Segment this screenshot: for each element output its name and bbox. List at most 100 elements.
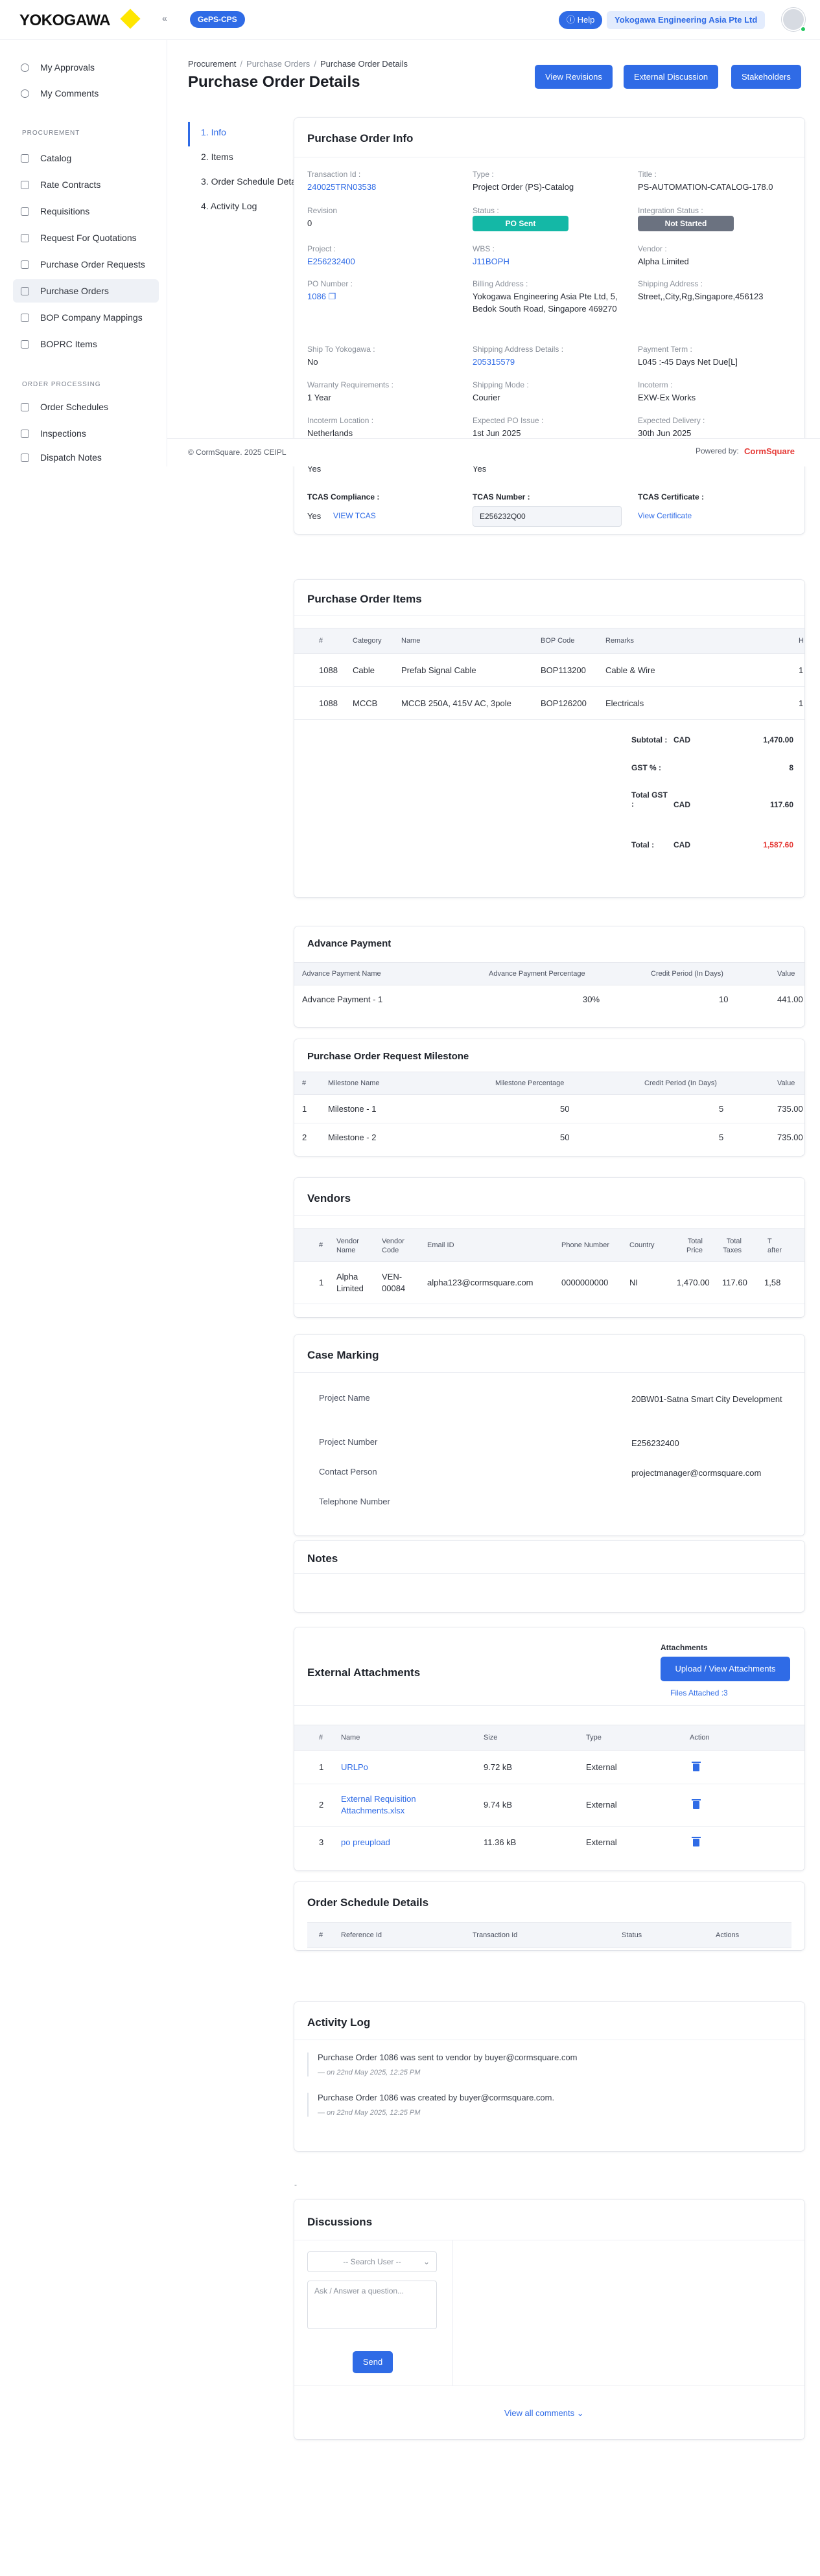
sidebar-item-rate-contracts[interactable]: Rate Contracts xyxy=(13,173,159,196)
table-row[interactable]: 2 Milestone - 2 50 5 735.00 xyxy=(294,1123,804,1152)
order-schedule-card: Order Schedule Details # Reference Id Tr… xyxy=(294,1882,804,1950)
question-textarea[interactable]: Ask / Answer a question... xyxy=(307,2281,437,2329)
sidebar-item-rfq[interactable]: Request For Quotations xyxy=(13,226,159,249)
sidebar-item-catalog[interactable]: Catalog xyxy=(13,146,159,170)
sidebar-item-my-comments[interactable]: My Comments xyxy=(13,82,159,105)
wbs-value[interactable]: J11BOPH xyxy=(473,255,510,268)
table-row[interactable]: 2 External Requisition Attachments.xlsx … xyxy=(294,1784,804,1827)
sidebar-section-procurement: PROCUREMENT xyxy=(22,130,80,137)
view-certificate-link[interactable]: View Certificate xyxy=(638,510,692,522)
upload-view-attachments-button[interactable]: Upload / View Attachments xyxy=(661,1657,790,1681)
company-selector[interactable]: Yokogawa Engineering Asia Pte Ltd xyxy=(607,11,766,29)
items-col-remarks: Remarks xyxy=(605,637,635,645)
stakeholders-button[interactable]: Stakeholders xyxy=(731,65,801,89)
transaction-id-value[interactable]: 240025TRN03538 xyxy=(307,181,376,193)
app-badge[interactable]: GePS-CPS xyxy=(190,11,245,28)
breadcrumb-procurement[interactable]: Procurement xyxy=(188,59,236,69)
incoterm-label: Incoterm : xyxy=(638,380,673,389)
view-tcas-link[interactable]: VIEW TCAS xyxy=(333,510,376,522)
revision-value: 0 xyxy=(307,218,312,228)
table-row[interactable]: 1088 MCCB MCCB 250A, 415V AC, 3pole BOP1… xyxy=(294,687,804,720)
contract-icon xyxy=(21,181,29,189)
tcas-compliance-label: TCAS Compliance : xyxy=(307,492,380,501)
chevron-down-icon: ⌄ xyxy=(576,2408,584,2418)
attachments-table-header: # Name Size Type Action xyxy=(294,1725,804,1751)
po-info-card: Purchase Order Info Transaction Id : 240… xyxy=(294,118,804,534)
anchor-activity-log[interactable]: 4. Activity Log xyxy=(188,196,295,220)
table-row[interactable]: 3 po preupload 11.36 kB External xyxy=(294,1827,804,1859)
sidebar-item-inspections[interactable]: Inspections xyxy=(13,422,159,445)
help-button[interactable]: ⓘ Help xyxy=(559,11,603,29)
transaction-id-label: Transaction Id : xyxy=(307,170,361,179)
tcas-certificate-label: TCAS Certificate : xyxy=(638,492,705,501)
copyright-text: © CormSquare. 2025 CEIPL xyxy=(188,448,287,457)
external-discussion-button[interactable]: External Discussion xyxy=(624,65,719,89)
sidebar-item-purchase-orders[interactable]: Purchase Orders xyxy=(13,279,159,303)
powered-by-text: Powered by: xyxy=(696,446,739,455)
catalog-icon xyxy=(21,154,29,163)
table-row[interactable]: 1 Milestone - 1 50 5 735.00 xyxy=(294,1095,804,1123)
cormsquare-logo[interactable]: CormSquare xyxy=(744,446,795,456)
notes-card: Notes xyxy=(294,1541,804,1612)
collapse-sidebar-icon[interactable]: « xyxy=(162,13,167,23)
table-row[interactable]: 1 Alpha Limited VEN-00084 alpha123@corms… xyxy=(294,1262,804,1304)
order-schedule-table-header: # Reference Id Transaction Id Status Act… xyxy=(307,1922,791,1948)
status-badge: PO Sent xyxy=(473,216,568,231)
copy-icon[interactable]: ❐ xyxy=(329,292,336,301)
files-attached-link[interactable]: Files Attached :3 xyxy=(670,1687,728,1699)
title-label: Title : xyxy=(638,170,657,179)
shipping-address-details-value[interactable]: 205315579 xyxy=(473,356,515,368)
milestone-table-header: # Milestone Name Milestone Percentage Cr… xyxy=(294,1072,804,1095)
items-table-header: # Category Name BOP Code Remarks H xyxy=(294,628,804,654)
anchor-order-schedule[interactable]: 3. Order Schedule Details xyxy=(188,171,295,196)
sidebar-item-po-requests[interactable]: Purchase Order Requests xyxy=(13,253,159,276)
breadcrumb-purchase-orders[interactable]: Purchase Orders xyxy=(246,59,310,69)
sidebar-item-dispatch-notes[interactable]: Dispatch Notes xyxy=(13,448,159,466)
project-value[interactable]: E256232400 xyxy=(307,255,355,268)
mapping-icon xyxy=(21,314,29,322)
view-revisions-button[interactable]: View Revisions xyxy=(535,65,613,89)
shipping-address-details-label: Shipping Address Details : xyxy=(473,345,564,354)
table-row[interactable]: 1 URLPo 9.72 kB External xyxy=(294,1751,804,1784)
send-button[interactable]: Send xyxy=(353,2351,393,2373)
sidebar-item-requisitions[interactable]: Requisitions xyxy=(13,200,159,223)
tcas-number-field: E256232Q00 xyxy=(473,506,622,527)
billing-address-label: Billing Address : xyxy=(473,279,528,288)
table-row[interactable]: 1088 Cable Prefab Signal Cable BOP113200… xyxy=(294,654,804,687)
items-col-no: # xyxy=(319,637,323,645)
delete-icon[interactable] xyxy=(692,1837,701,1846)
view-all-comments-link[interactable]: View all comments ⌄ xyxy=(504,2407,584,2419)
gst-value: 8 xyxy=(789,763,793,772)
advance-payment-title: Advance Payment xyxy=(307,938,392,949)
po-number-label: PO Number : xyxy=(307,279,353,288)
breadcrumb: Procurement / Purchase Orders / Purchase Ord… xyxy=(188,59,408,69)
attachments-label: Attachments xyxy=(661,1643,708,1652)
clock-icon xyxy=(21,63,29,72)
sidebar-item-boprc-items[interactable]: BOPRC Items xyxy=(13,332,159,356)
shipping-mode-value: Courier xyxy=(473,393,500,402)
anchor-info[interactable]: 1. Info xyxy=(188,122,295,146)
delete-icon[interactable] xyxy=(692,1762,701,1771)
sidebar-item-bop-company-mappings[interactable]: BOP Company Mappings xyxy=(13,306,159,329)
document-icon xyxy=(21,207,29,216)
ship-to-yokogawa-value: No xyxy=(307,357,318,367)
attachment-link[interactable]: External Requisition Attachments.xlsx xyxy=(341,1793,445,1817)
shipping-address-value: Street,,City,Rg,Singapore,456123 xyxy=(638,292,764,301)
anchor-items[interactable]: 2. Items xyxy=(188,146,295,171)
milestone-title: Purchase Order Request Milestone xyxy=(307,1051,469,1062)
yokogawa-logo[interactable]: YOKOGAWA xyxy=(19,12,111,30)
incoterm-value: EXW-Ex Works xyxy=(638,393,696,402)
po-info-title: Purchase Order Info xyxy=(307,132,414,144)
sidebar-item-my-approvals[interactable]: My Approvals xyxy=(13,56,159,79)
vendor-value: Alpha Limited xyxy=(638,257,689,266)
attachment-link[interactable]: po preupload xyxy=(341,1837,390,1847)
chevron-down-icon: ⌄ xyxy=(423,2257,430,2266)
delete-icon[interactable] xyxy=(692,1799,701,1809)
sidebar-item-order-schedules[interactable]: Order Schedules xyxy=(13,395,159,419)
table-row[interactable]: Advance Payment - 1 30% 10 441.00 xyxy=(294,985,804,1013)
billing-address-value: Yokogawa Engineering Asia Pte Ltd, 5, Be… xyxy=(473,292,618,314)
search-user-select[interactable]: -- Search User -- ⌄ xyxy=(307,2251,437,2272)
gst-label: GST % : xyxy=(631,763,662,772)
attachment-link[interactable]: URLPo xyxy=(341,1762,368,1772)
po-number-value[interactable]: 1086 ❐ xyxy=(307,290,336,303)
